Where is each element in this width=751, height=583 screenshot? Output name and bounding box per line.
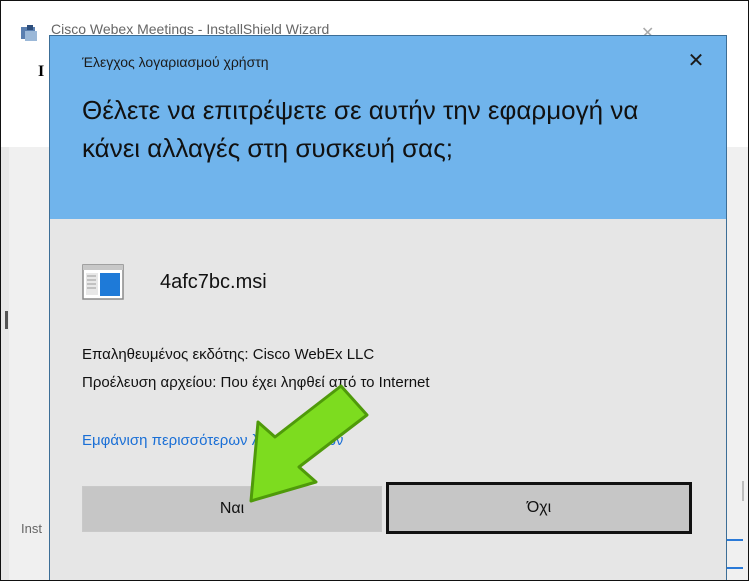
uac-question: Θέλετε να επιτρέψετε σε αυτήν την εφαρμο…	[82, 95, 639, 163]
installer-left-edge	[1, 147, 9, 580]
installer-status-text: Inst	[21, 521, 42, 536]
uac-dialog: Έλεγχος λογαριασμού χρήστη ✕ Θέλετε να ε…	[49, 35, 727, 580]
yes-button[interactable]: Ναι	[82, 486, 382, 532]
msi-file-icon	[82, 264, 124, 300]
installer-right-mark	[742, 481, 744, 501]
origin-line: Προέλευση αρχείου: Που έχει ληφθεί από τ…	[82, 374, 430, 391]
no-button[interactable]: Όχι	[386, 482, 692, 534]
screenshot-frame: Cisco Webex Meetings - InstallShield Wiz…	[0, 0, 749, 581]
installer-icon	[21, 25, 37, 41]
publisher-line: Επαληθευμένος εκδότης: Cisco WebEx LLC	[82, 346, 375, 363]
installer-header-text: I	[38, 63, 45, 80]
close-icon[interactable]: ✕	[678, 46, 714, 76]
uac-caption: Έλεγχος λογαριασμού χρήστη	[82, 54, 269, 70]
file-name: 4afc7bc.msi	[160, 271, 267, 293]
show-details-link[interactable]: Εμφάνιση περισσότερων λεπτομερειών	[82, 432, 343, 449]
uac-header: Έλεγχος λογαριασμού χρήστη ✕ Θέλετε να ε…	[50, 36, 726, 219]
installer-edge-mark	[5, 311, 8, 329]
